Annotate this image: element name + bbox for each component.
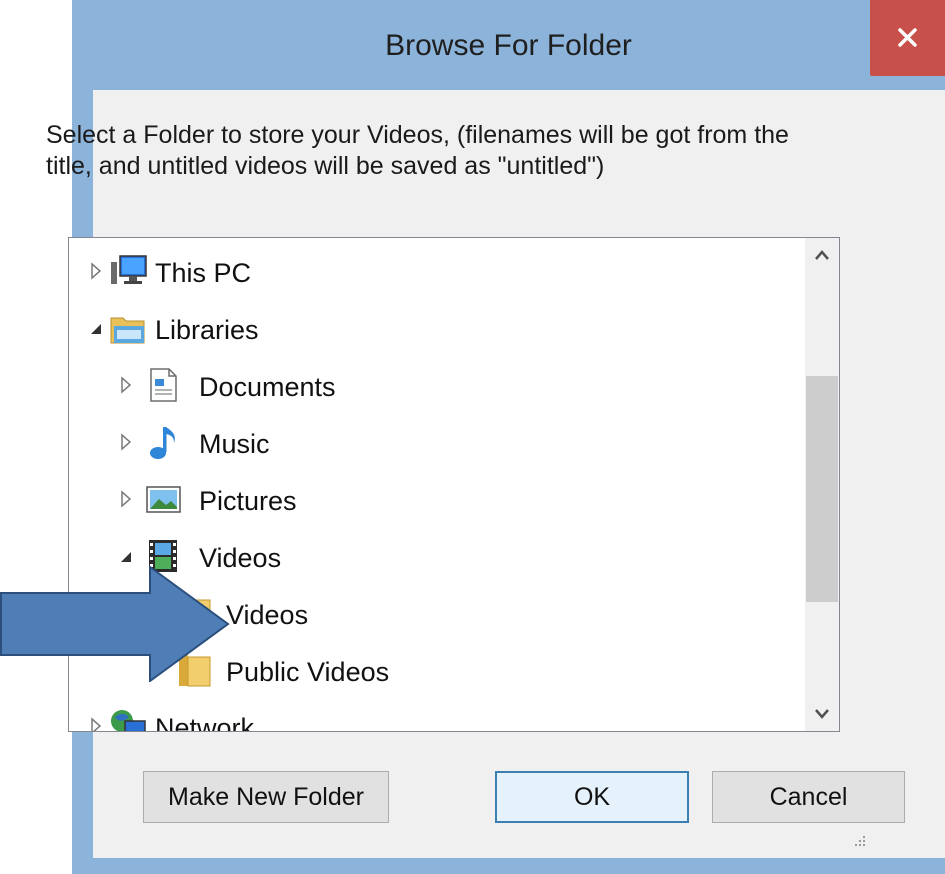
libraries-folder-icon: [110, 317, 145, 344]
scroll-down-button[interactable]: [805, 697, 839, 731]
tree-item-label: Music: [199, 429, 270, 459]
tree-item-libraries[interactable]: Libraries: [89, 303, 789, 353]
tree-item-this-pc[interactable]: This PC: [89, 246, 789, 296]
chevron-up-icon: [815, 250, 829, 260]
tree-item-label: Network: [155, 713, 255, 732]
cancel-button[interactable]: Cancel: [712, 771, 905, 823]
tree-item-label: Pictures: [199, 486, 297, 516]
instruction-text: Select a Folder to store your Videos, (f…: [46, 121, 789, 180]
vertical-scrollbar[interactable]: [805, 238, 839, 731]
dialog-title: Browse For Folder: [385, 29, 632, 62]
expand-arrow-icon[interactable]: [89, 701, 105, 732]
scrollbar-thumb[interactable]: [806, 376, 838, 602]
documents-icon: [150, 368, 177, 402]
tree-item-label: Videos: [226, 600, 309, 630]
pictures-icon: [146, 486, 181, 513]
ok-button[interactable]: OK: [495, 771, 689, 823]
pointer-arrow-icon: [0, 566, 230, 682]
expand-arrow-icon[interactable]: [89, 246, 105, 296]
tree-item-network[interactable]: Network: [89, 701, 789, 732]
close-icon: [898, 28, 917, 47]
tree-item-videos-folder[interactable]: Videos: [151, 588, 791, 638]
expand-arrow-icon[interactable]: [119, 417, 135, 467]
tree-item-label: This PC: [155, 258, 252, 288]
tree-item-music[interactable]: Music: [119, 417, 789, 467]
close-button[interactable]: [870, 0, 945, 76]
tree-item-label: Documents: [199, 372, 336, 402]
tree-item-label: Public Videos: [226, 657, 390, 687]
title-bar[interactable]: Browse For Folder: [72, 0, 945, 90]
collapse-arrow-icon[interactable]: [89, 303, 105, 353]
expand-arrow-icon[interactable]: [119, 360, 135, 410]
tree-item-label: Libraries: [155, 315, 259, 345]
expand-arrow-icon[interactable]: [119, 474, 135, 524]
tree-item-public-videos[interactable]: Public Videos: [151, 645, 791, 695]
resize-grip-icon[interactable]: [845, 830, 869, 854]
computer-icon: [111, 255, 147, 284]
make-new-folder-button[interactable]: Make New Folder: [143, 771, 389, 823]
network-icon: [111, 710, 146, 731]
chevron-down-icon: [815, 709, 829, 719]
scroll-up-button[interactable]: [805, 238, 839, 272]
music-note-icon: [150, 427, 175, 459]
tree-item-documents[interactable]: Documents: [119, 360, 789, 410]
tree-item-pictures[interactable]: Pictures: [119, 474, 789, 524]
